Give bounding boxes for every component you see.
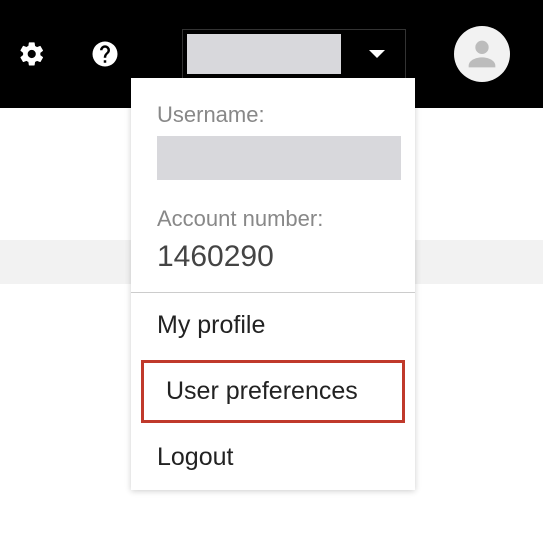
dropdown-info-section: Username: Account number: 1460290 [131,78,415,292]
avatar[interactable] [454,26,510,82]
menu-item-my-profile[interactable]: My profile [131,293,415,358]
user-dropdown-menu: Username: Account number: 1460290 My pro… [131,78,415,490]
chevron-down-icon [369,50,385,58]
account-number-label: Account number: [157,206,389,232]
gear-icon[interactable] [18,40,46,68]
username-value [157,136,401,180]
menu-item-user-preferences[interactable]: User preferences [141,360,405,423]
menu-item-logout[interactable]: Logout [131,425,415,490]
user-display-name [187,34,341,74]
user-dropdown-trigger[interactable] [182,29,406,79]
menu-item-label: My profile [157,311,265,339]
help-icon[interactable] [90,39,120,69]
menu-item-label: Logout [157,443,233,471]
account-number-value: 1460290 [157,240,389,274]
username-label: Username: [157,102,389,128]
menu-item-label: User preferences [166,377,358,405]
